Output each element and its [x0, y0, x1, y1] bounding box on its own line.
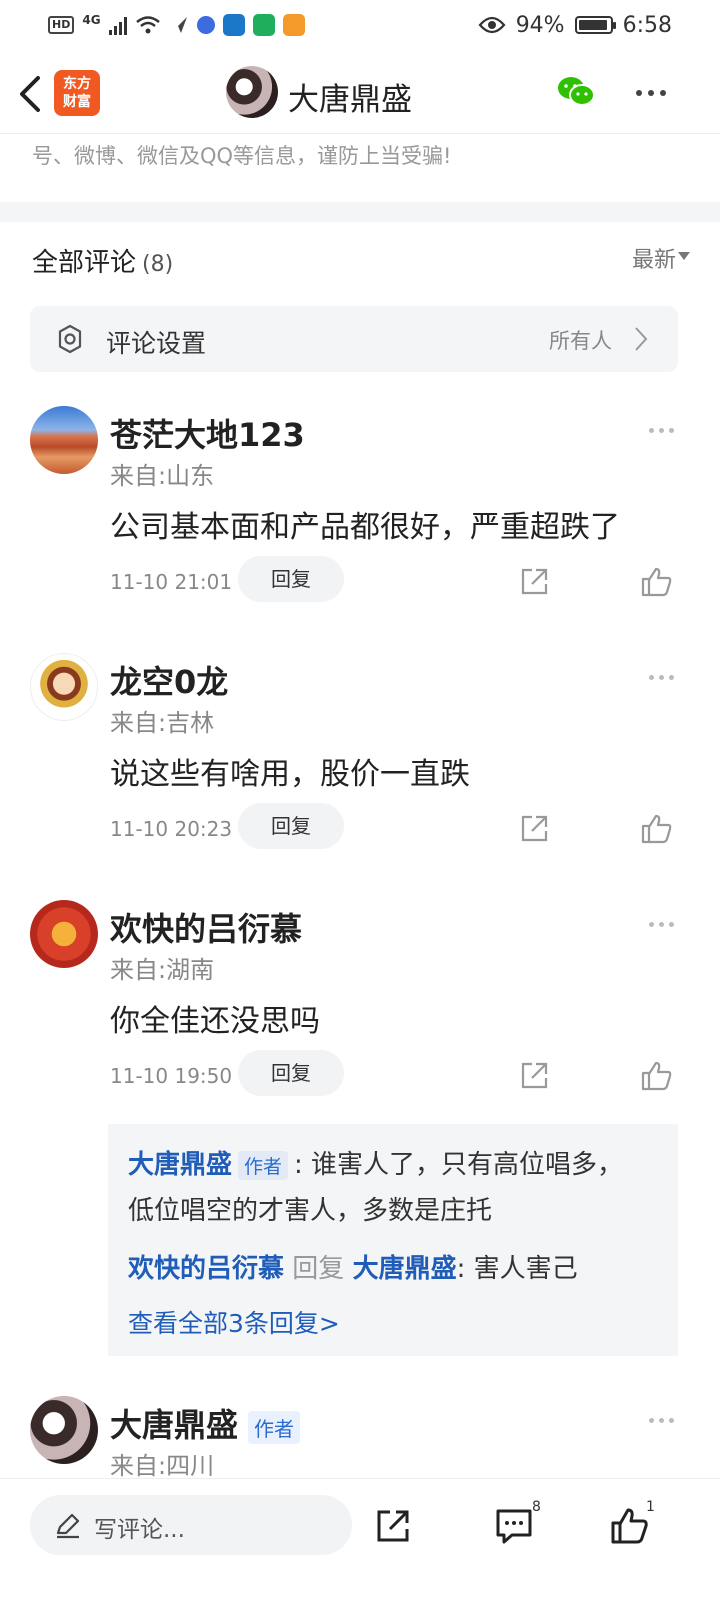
sort-dropdown[interactable]: 最新: [632, 242, 676, 274]
comment-time: 11-10 21:01: [110, 570, 233, 594]
app-icon-blue: [196, 16, 215, 34]
reply-connector: 回复: [292, 1254, 345, 1284]
reply-line-2: 欢快的吕衍慕 回复 大唐鼎盛: 害人害己: [128, 1248, 578, 1285]
fraud-warning: 号、微博、微信及QQ等信息，谨防上当受骗!: [32, 144, 452, 168]
settings-value: 所有人: [549, 329, 612, 353]
comment-text[interactable]: 公司基本面和产品都很好，严重超跌了: [110, 502, 620, 546]
reply-button[interactable]: 回复: [238, 803, 344, 849]
send-icon: [170, 17, 187, 33]
wechat-icon[interactable]: [556, 74, 596, 110]
like-icon[interactable]: [640, 566, 674, 598]
author-badge: 作者: [248, 1410, 301, 1444]
back-icon[interactable]: [14, 72, 44, 116]
avatar[interactable]: [30, 900, 98, 968]
battery-percent: 94%: [515, 12, 565, 38]
app-header: 东方 财富 大唐鼎盛: [0, 56, 720, 134]
comment-author[interactable]: 欢快的吕衍慕: [110, 904, 302, 950]
status-right: 94% 6:58: [478, 13, 672, 38]
comment-item: 苍茫大地123 来自:山东 公司基本面和产品都很好，严重超跌了 11-10 21…: [0, 406, 720, 616]
author-badge: 作者: [238, 1151, 289, 1180]
page-title[interactable]: 大唐鼎盛: [288, 74, 412, 119]
avatar[interactable]: [30, 653, 98, 721]
share-icon[interactable]: [518, 566, 550, 598]
reply-line-1: 大唐鼎盛 作者: 谁害人了，只有高位唱多，: [128, 1144, 623, 1181]
comments-heading: 全部评论 (8): [32, 242, 173, 279]
reply-button[interactable]: 回复: [238, 1050, 344, 1096]
battery-icon: [574, 16, 616, 34]
comment-item: 龙空0龙 来自:吉林 说这些有啥用，股价一直跌 11-10 20:23 回复: [0, 653, 720, 863]
like-icon[interactable]: [610, 1507, 650, 1545]
comment-input[interactable]: 写评论...: [30, 1495, 352, 1555]
reply-button[interactable]: 回复: [238, 556, 344, 602]
comment-author[interactable]: 龙空0龙: [110, 657, 228, 703]
reply-text: : 谁害人了，只有高位唱多，: [294, 1150, 624, 1180]
status-bar: HD 4G 94% 6:58: [0, 0, 720, 50]
share-icon[interactable]: [518, 1060, 550, 1092]
logo-line-1: 东方: [63, 76, 91, 92]
logo-line-2: 财富: [63, 94, 91, 110]
reply-thread[interactable]: 大唐鼎盛 作者: 谁害人了，只有高位唱多， 低位唱空的才害人，多数是庄托 欢快的吕…: [108, 1124, 678, 1356]
avatar[interactable]: [30, 406, 98, 474]
comment-count-badge: 8: [532, 1499, 541, 1515]
comment-time: 11-10 19:50: [110, 1064, 233, 1088]
author-avatar[interactable]: [226, 66, 278, 118]
settings-label: 评论设置: [106, 329, 207, 358]
app-logo[interactable]: 东方 财富: [54, 70, 100, 116]
share-icon[interactable]: [518, 813, 550, 845]
network-type: 4G: [82, 13, 101, 27]
more-icon[interactable]: [649, 1418, 674, 1423]
more-icon[interactable]: [649, 428, 674, 433]
like-icon[interactable]: [640, 813, 674, 845]
bottom-action-bar: 写评论... 8 1: [0, 1478, 720, 1600]
comment-icon[interactable]: [494, 1507, 534, 1545]
app-icon-green: [252, 14, 275, 36]
more-icon[interactable]: [649, 922, 674, 927]
comment-author-row: 大唐鼎盛 作者: [110, 1400, 301, 1446]
comment-text[interactable]: 你全佳还没思吗: [110, 996, 320, 1040]
app-icon-orange: [282, 14, 305, 36]
comment-time: 11-10 20:23: [110, 817, 233, 841]
like-count-badge: 1: [646, 1499, 655, 1515]
comment-item: 欢快的吕衍慕 来自:湖南 你全佳还没思吗 11-10 19:50 回复: [0, 900, 720, 1110]
section-divider: [0, 202, 720, 222]
app-icon-dongfang: [222, 14, 245, 36]
gear-icon: [58, 324, 82, 354]
clock: 6:58: [622, 12, 672, 38]
more-icon[interactable]: [636, 90, 666, 96]
reply-text: : 害人害己: [456, 1254, 578, 1284]
like-icon[interactable]: [640, 1060, 674, 1092]
comment-location: 来自:四川: [110, 1452, 215, 1480]
avatar[interactable]: [30, 1396, 98, 1464]
more-icon[interactable]: [649, 675, 674, 680]
comments-count: (8): [142, 252, 174, 277]
signal-icon: [108, 15, 127, 35]
comment-location: 来自:吉林: [110, 709, 215, 737]
reply-author[interactable]: 欢快的吕衍慕: [128, 1254, 284, 1284]
share-icon[interactable]: [374, 1507, 412, 1545]
comment-item: 大唐鼎盛 作者 来自:四川: [0, 1396, 720, 1480]
chevron-right-icon: [635, 327, 648, 351]
wifi-icon: [135, 16, 160, 34]
comment-location: 来自:湖南: [110, 956, 215, 984]
comment-author[interactable]: 苍茫大地123: [110, 410, 305, 456]
comment-author[interactable]: 大唐鼎盛: [110, 1406, 238, 1444]
comment-settings-row[interactable]: 评论设置 所有人: [30, 306, 678, 372]
reply-author[interactable]: 大唐鼎盛: [128, 1150, 232, 1180]
status-left: HD 4G: [48, 13, 305, 36]
hd-indicator: HD: [48, 16, 75, 34]
view-all-replies-link[interactable]: 查看全部3条回复>: [128, 1304, 340, 1340]
comments-title: 全部评论: [32, 248, 137, 278]
comment-input-placeholder: 写评论...: [94, 1517, 185, 1543]
reply-target[interactable]: 大唐鼎盛: [353, 1254, 457, 1284]
reply-line-1-cont: 低位唱空的才害人，多数是庄托: [128, 1196, 493, 1226]
comment-text[interactable]: 说这些有啥用，股价一直跌: [110, 749, 470, 793]
dropdown-triangle-icon[interactable]: [678, 252, 690, 260]
comment-location: 来自:山东: [110, 462, 215, 490]
eye-icon: [478, 16, 506, 34]
pen-icon: [56, 1513, 80, 1539]
